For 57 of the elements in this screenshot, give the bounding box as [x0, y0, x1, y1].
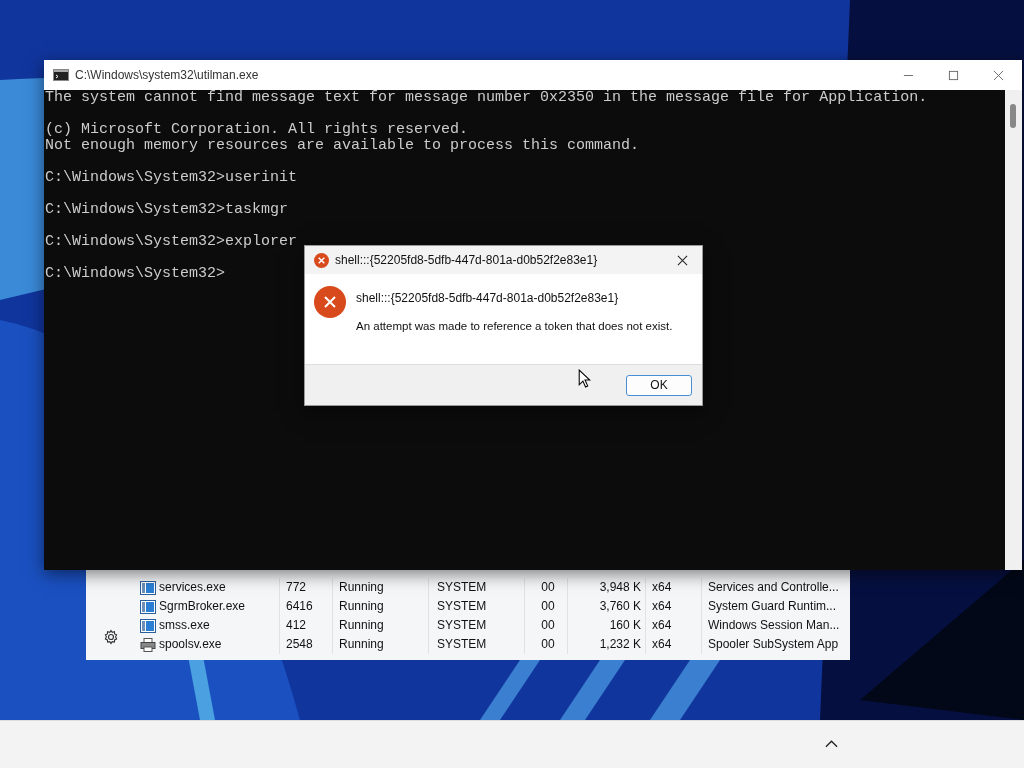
table-cell: SYSTEM: [429, 597, 525, 616]
console-line: (c) Microsoft Corporation. All rights reserved.: [45, 121, 469, 138]
process-name-cell[interactable]: services.exe: [136, 578, 280, 597]
table-cell: 772: [280, 578, 333, 597]
table-cell: 3,760 K: [568, 597, 646, 616]
table-cell: SYSTEM: [429, 635, 525, 654]
settings-icon[interactable]: [103, 629, 119, 645]
table-cell: 00: [525, 616, 568, 635]
table-cell: 160 K: [568, 616, 646, 635]
table-cell: SYSTEM: [429, 578, 525, 597]
ok-button[interactable]: OK: [626, 374, 692, 396]
table-cell-text: System Guard Runtim...: [707, 598, 838, 615]
table-cell-text: Services and Controlle...: [707, 579, 840, 596]
table-cell: 00: [525, 635, 568, 654]
error-icon: [314, 286, 346, 318]
table-cell: Running: [333, 578, 429, 597]
close-icon[interactable]: [677, 254, 688, 266]
console-line: C:\Windows\System32>userinit: [45, 169, 298, 186]
console-line: C:\Windows\System32>: [45, 265, 226, 282]
table-cell: 3,948 K: [568, 578, 646, 597]
process-name-cell[interactable]: smss.exe: [136, 616, 280, 635]
table-cell: Running: [333, 616, 429, 635]
table-cell: x64: [646, 597, 702, 616]
error-heading: shell:::{52205fd8-5dfb-447d-801a-d0b52f2e83e1}: [356, 291, 620, 305]
scroll-bar[interactable]: [1005, 90, 1022, 570]
process-name-cell[interactable]: spoolsv.exe: [136, 635, 280, 654]
error-icon: [314, 252, 329, 268]
table-cell: 1,232 K: [568, 635, 646, 654]
table-cell: 6416: [280, 597, 333, 616]
console-line: C:\Windows\System32>taskmgr: [45, 201, 289, 218]
window-icon: [140, 618, 156, 633]
table-cell: x64: [646, 635, 702, 654]
process-name-cell[interactable]: SgrmBroker.exe: [136, 597, 280, 616]
table-cell: Running: [333, 635, 429, 654]
window-icon: [140, 580, 156, 595]
chevron-up-icon[interactable]: [825, 740, 838, 748]
console-icon: [53, 69, 69, 81]
table-cell: x64: [646, 616, 702, 635]
window-icon: [140, 599, 156, 614]
printer-icon: [140, 637, 156, 652]
table-cell-text: Windows Session Man...: [707, 617, 841, 634]
console-line: C:\Windows\System32>explorer: [45, 233, 298, 250]
table-cell: SYSTEM: [429, 616, 525, 635]
window-title: C:\Windows\system32\utilman.exe: [75, 68, 259, 82]
table-cell: 00: [525, 578, 568, 597]
table-cell: 2548: [280, 635, 333, 654]
table-cell: Running: [333, 597, 429, 616]
console-line: Not enough memory resources are available to process this command.: [45, 137, 640, 154]
table-cell: 00: [525, 597, 568, 616]
table-cell: x64: [646, 578, 702, 597]
error-message: An attempt was made to reference a token that does not exist.: [356, 320, 673, 332]
dialog-title: shell:::{52205fd8-5dfb-447d-801a-d0b52f2e83e1}: [335, 253, 598, 267]
mouse-pointer-icon: [578, 369, 591, 388]
console-line: The system cannot find message text for message number 0x2350 in the message file for Application.: [45, 89, 928, 106]
maximize-icon[interactable]: [948, 69, 959, 81]
table-cell: 412: [280, 616, 333, 635]
table-cell-text: Spooler SubSystem App: [707, 636, 840, 653]
